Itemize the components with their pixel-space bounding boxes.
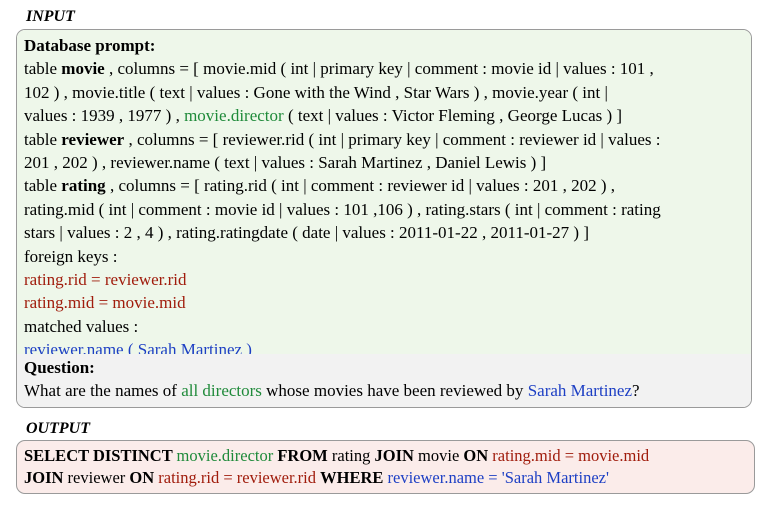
sql-line-segment: WHERE: [320, 468, 388, 487]
prompt-line: table reviewer , columns = [ reviewer.ri…: [24, 128, 745, 151]
database-prompt-body: table movie , columns = [ movie.mid ( in…: [24, 57, 745, 361]
sql-line: SELECT DISTINCT movie.director FROM rati…: [24, 445, 748, 467]
question-segment: ?: [632, 381, 640, 401]
sql-line: JOIN reviewer ON rating.rid = reviewer.r…: [24, 467, 748, 489]
prompt-line: 102 ) , movie.title ( text | values : Go…: [24, 81, 745, 104]
sql-line-segment: movie.director: [176, 446, 278, 465]
prompt-line: table movie , columns = [ movie.mid ( in…: [24, 57, 745, 80]
prompt-line-segment: rating.mid = movie.mid: [24, 293, 186, 313]
prompt-line-segment: 201 , 202 ) , reviewer.name ( text | val…: [24, 153, 547, 173]
prompt-line: stars | values : 2 , 4 ) , rating.rating…: [24, 221, 745, 244]
sql-line-segment: rating.rid = reviewer.rid: [158, 468, 321, 487]
sql-line-segment: ON: [463, 446, 493, 465]
sql-line-segment: JOIN: [374, 446, 419, 465]
prompt-line-segment: , columns = [ rating.rid ( int | comment…: [105, 176, 615, 196]
sql-line-segment: FROM: [277, 446, 332, 465]
prompt-line: 201 , 202 ) , reviewer.name ( text | val…: [24, 151, 745, 174]
prompt-line: values : 1939 , 1977 ) , movie.director …: [24, 104, 745, 127]
database-prompt-heading: Database prompt:: [24, 36, 156, 55]
sql-line-segment: movie: [418, 446, 464, 465]
prompt-line: table rating , columns = [ rating.rid ( …: [24, 174, 745, 197]
prompt-line-segment: rating.rid = reviewer.rid: [24, 270, 187, 290]
sql-line-segment: reviewer.name = 'Sarah Martinez': [387, 468, 609, 487]
prompt-line-segment: reviewer: [61, 129, 125, 149]
prompt-line-segment: rating: [61, 176, 106, 196]
prompt-line-segment: movie: [61, 59, 105, 79]
question-segment: all directors: [181, 381, 262, 401]
prompt-line-segment: foreign keys :: [24, 246, 118, 266]
question-heading: Question:: [24, 358, 95, 377]
question-area: Question: What are the names of all dire…: [17, 354, 751, 407]
sql-line-segment: rating: [331, 446, 375, 465]
output-section-label: OUTPUT: [26, 420, 90, 437]
prompt-line-segment: values : 1939 , 1977 ) ,: [24, 106, 185, 126]
question-segment: Sarah Martinez: [527, 381, 633, 401]
sql-line-segment: SELECT DISTINCT: [24, 446, 177, 465]
sql-output: SELECT DISTINCT movie.director FROM rati…: [24, 445, 748, 489]
question-segment: What are the names of: [24, 381, 182, 401]
prompt-line-segment: table: [24, 59, 62, 79]
input-section-label: INPUT: [26, 8, 75, 25]
prompt-line-segment: matched values :: [24, 316, 139, 336]
prompt-line: rating.mid = movie.mid: [24, 291, 745, 314]
input-panel: Database prompt: table movie , columns =…: [16, 29, 752, 408]
prompt-line-segment: table: [24, 129, 62, 149]
prompt-line: matched values :: [24, 315, 745, 338]
sql-line-segment: JOIN: [24, 468, 68, 487]
prompt-line: rating.mid ( int | comment : movie id | …: [24, 198, 745, 221]
sql-line-segment: rating.mid = movie.mid: [492, 446, 650, 465]
database-prompt-area: Database prompt: table movie , columns =…: [17, 30, 751, 359]
prompt-line-segment: 102 ) , movie.title ( text | values : Go…: [24, 82, 608, 102]
question-text: What are the names of all directors whos…: [24, 379, 745, 402]
prompt-line-segment: , columns = [ reviewer.rid ( int | prima…: [124, 129, 661, 149]
sql-line-segment: ON: [129, 468, 159, 487]
output-panel: SELECT DISTINCT movie.director FROM rati…: [16, 440, 755, 494]
sql-line-segment: reviewer: [67, 468, 130, 487]
prompt-line-segment: table: [24, 176, 62, 196]
prompt-line-segment: stars | values : 2 , 4 ) , rating.rating…: [24, 223, 589, 243]
prompt-line-segment: rating.mid ( int | comment : movie id | …: [24, 199, 661, 219]
prompt-line-segment: movie.director: [184, 106, 284, 126]
prompt-line: foreign keys :: [24, 245, 745, 268]
prompt-line-segment: , columns = [ movie.mid ( int | primary …: [104, 59, 654, 79]
prompt-line: rating.rid = reviewer.rid: [24, 268, 745, 291]
question-segment: whose movies have been reviewed by: [261, 381, 528, 401]
prompt-line-segment: ( text | values : Victor Fleming , Georg…: [283, 106, 623, 126]
